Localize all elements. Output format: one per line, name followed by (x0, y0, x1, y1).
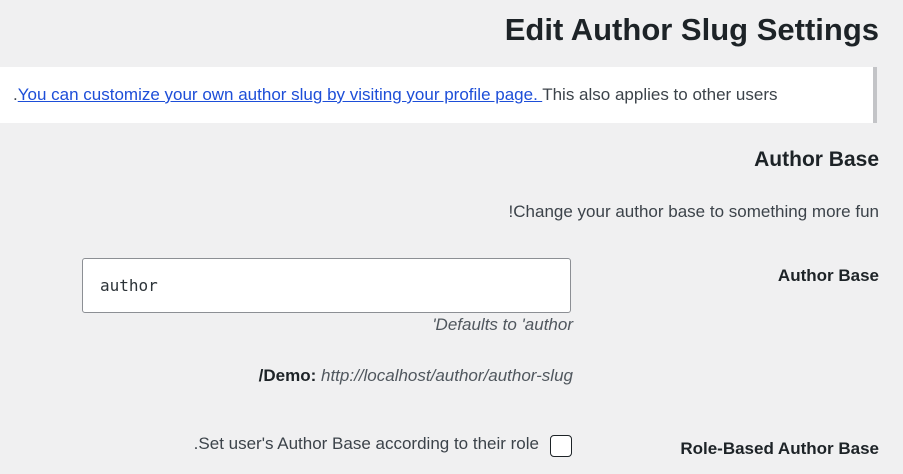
role-based-checkbox[interactable] (550, 435, 572, 457)
demo-line: /Demo: http://localhost/author/author-sl… (259, 365, 573, 387)
demo-label: /Demo: (258, 366, 317, 385)
info-notice: .You can customize your own author slug … (0, 67, 877, 123)
author-base-label: Author Base (777, 266, 879, 285)
role-based-label: Role-Based Author Base (680, 439, 879, 458)
default-hint: 'Defaults to 'author (432, 315, 573, 334)
section-description: !Change your author base to something mo… (508, 202, 879, 221)
profile-page-link[interactable]: You can customize your own author slug b… (18, 85, 542, 104)
demo-url: http://localhost/author/author-slug (320, 366, 573, 385)
role-checkbox-description: .Set user's Author Base according to the… (193, 434, 539, 453)
notice-message: .You can customize your own author slug … (13, 84, 778, 106)
page-title: Edit Author Slug Settings (504, 12, 879, 47)
author-base-input[interactable] (82, 258, 571, 313)
notice-suffix: This also applies to other users (542, 85, 778, 104)
section-title-author-base: Author Base (754, 148, 879, 171)
